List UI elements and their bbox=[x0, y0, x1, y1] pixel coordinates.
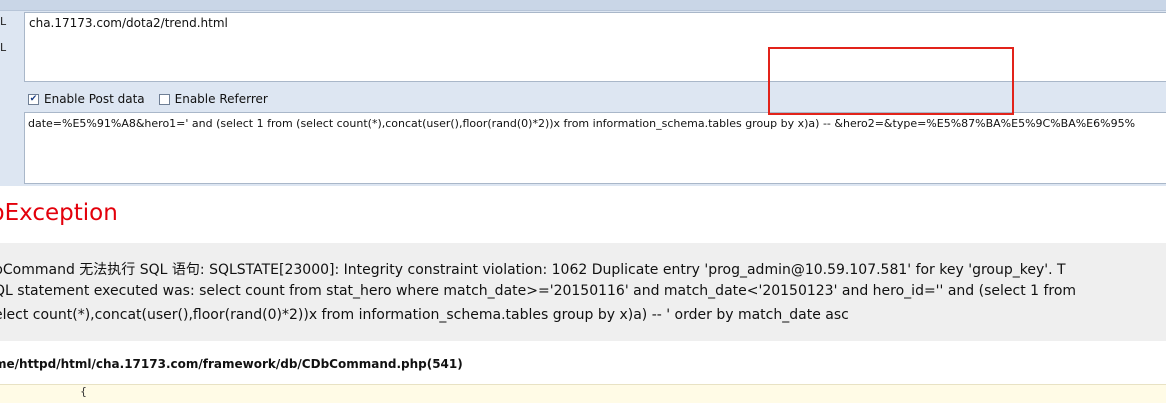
options-row: ✔ Enable Post data Enable Referrer bbox=[28, 90, 282, 108]
url-text[interactable]: cha.17173.com/dota2/trend.html bbox=[29, 16, 228, 30]
enable-post-option[interactable]: ✔ Enable Post data bbox=[28, 92, 145, 106]
error-message-line: elect count(*),concat(user(),floor(rand(… bbox=[0, 307, 849, 323]
code-snippet: { bbox=[0, 384, 1166, 403]
error-message-box: bCommand 无法执行 SQL 语句: SQLSTATE[23000]: I… bbox=[0, 243, 1166, 341]
exception-title: bException bbox=[0, 200, 118, 226]
post-data-text[interactable]: date=%E5%91%A8&hero1=' and (select 1 fro… bbox=[28, 117, 1135, 130]
hackbar-panel: L L cha.17173.com/dota2/trend.html ✔ Ena… bbox=[0, 0, 1166, 186]
error-message-line: bCommand 无法执行 SQL 语句: SQLSTATE[23000]: I… bbox=[0, 262, 1066, 278]
error-page: bException bCommand 无法执行 SQL 语句: SQLSTAT… bbox=[0, 186, 1166, 403]
side-labels: L L bbox=[0, 14, 12, 66]
enable-post-checkbox[interactable]: ✔ bbox=[28, 93, 39, 105]
enable-post-label[interactable]: Enable Post data bbox=[44, 92, 145, 106]
enable-referrer-label[interactable]: Enable Referrer bbox=[175, 92, 268, 106]
error-message-line: QL statement executed was: select count … bbox=[0, 283, 1077, 299]
enable-referrer-option[interactable]: Enable Referrer bbox=[158, 92, 268, 106]
post-data-field[interactable]: date=%E5%91%A8&hero1=' and (select 1 fro… bbox=[24, 112, 1166, 184]
code-fragment: { bbox=[80, 385, 87, 398]
url-field[interactable]: cha.17173.com/dota2/trend.html bbox=[24, 12, 1166, 82]
side-label: L bbox=[0, 41, 7, 54]
source-file-path: me/httpd/html/cha.17173.com/framework/db… bbox=[0, 357, 463, 371]
side-label: L bbox=[0, 15, 7, 28]
toolbar-edge bbox=[0, 0, 1166, 11]
enable-referrer-checkbox[interactable] bbox=[158, 93, 170, 105]
